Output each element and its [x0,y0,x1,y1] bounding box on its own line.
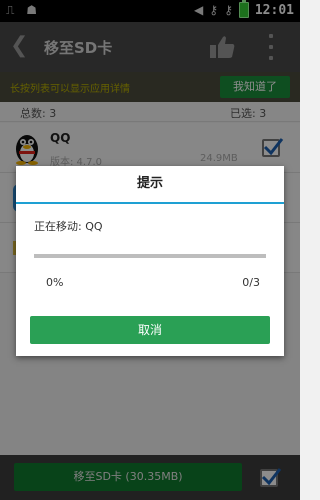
progress-dialog: 提示 正在移动: QQ 0% 0/3 取消 [16,166,284,356]
dialog-title: 提示 [136,176,163,191]
cancel-button[interactable]: 取消 [30,316,270,344]
progress-percent: 0% [46,276,64,289]
progress-bar [34,254,266,258]
dialog-divider [16,202,284,204]
moving-status-text: 正在移动: QQ [34,220,103,233]
progress-fraction: 0/3 [242,276,260,289]
